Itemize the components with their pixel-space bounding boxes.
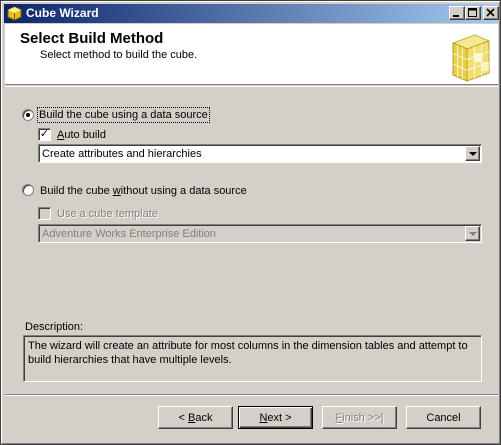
auto-build-select-value: Create attributes and hierarchies xyxy=(42,148,202,160)
radio-with-data-source[interactable] xyxy=(22,109,34,121)
window-title: Cube Wizard xyxy=(26,6,99,20)
cube-app-icon xyxy=(7,6,22,21)
footer-separator xyxy=(5,394,498,396)
cube-graphic-icon xyxy=(451,34,491,82)
close-button[interactable] xyxy=(483,6,499,20)
radio-without-data-source[interactable] xyxy=(22,184,34,196)
cancel-button[interactable]: Cancel xyxy=(406,406,481,429)
minimize-icon xyxy=(453,15,459,17)
finish-button[interactable]: Finish >>| xyxy=(322,406,397,429)
label-with-data-source[interactable]: Build the cube using a data source xyxy=(37,107,210,123)
maximize-button[interactable] xyxy=(465,6,481,20)
page-subtitle: Select method to build the cube. xyxy=(40,49,198,61)
auto-build-select[interactable]: Create attributes and hierarchies xyxy=(38,144,482,163)
minimize-button[interactable] xyxy=(449,6,465,20)
chevron-down-icon[interactable] xyxy=(465,226,480,241)
label-auto-build[interactable]: Auto build xyxy=(57,128,106,142)
wizard-header: Select Build Method Select method to bui… xyxy=(5,24,498,85)
template-select[interactable]: Adventure Works Enterprise Edition xyxy=(38,224,482,243)
checkbox-use-template[interactable] xyxy=(38,207,51,220)
maximize-icon xyxy=(468,8,477,17)
title-bar[interactable]: Cube Wizard xyxy=(4,4,499,23)
description-box: The wizard will create an attribute for … xyxy=(23,335,482,382)
back-button[interactable]: < Back xyxy=(158,406,233,429)
checkbox-auto-build[interactable]: ✓ xyxy=(38,128,51,141)
description-label: Description: xyxy=(25,321,84,333)
template-select-value: Adventure Works Enterprise Edition xyxy=(42,228,217,240)
page-title: Select Build Method xyxy=(20,30,164,47)
header-divider xyxy=(5,86,498,87)
next-button[interactable]: Next > xyxy=(238,406,313,429)
close-icon xyxy=(486,8,495,17)
label-without-data-source[interactable]: Build the cube without using a data sour… xyxy=(40,184,247,198)
chevron-down-icon[interactable] xyxy=(465,146,480,161)
cube-wizard-window: Cube Wizard Select Build Method Select m… xyxy=(0,0,501,445)
label-use-template: Use a cube template xyxy=(57,208,158,220)
